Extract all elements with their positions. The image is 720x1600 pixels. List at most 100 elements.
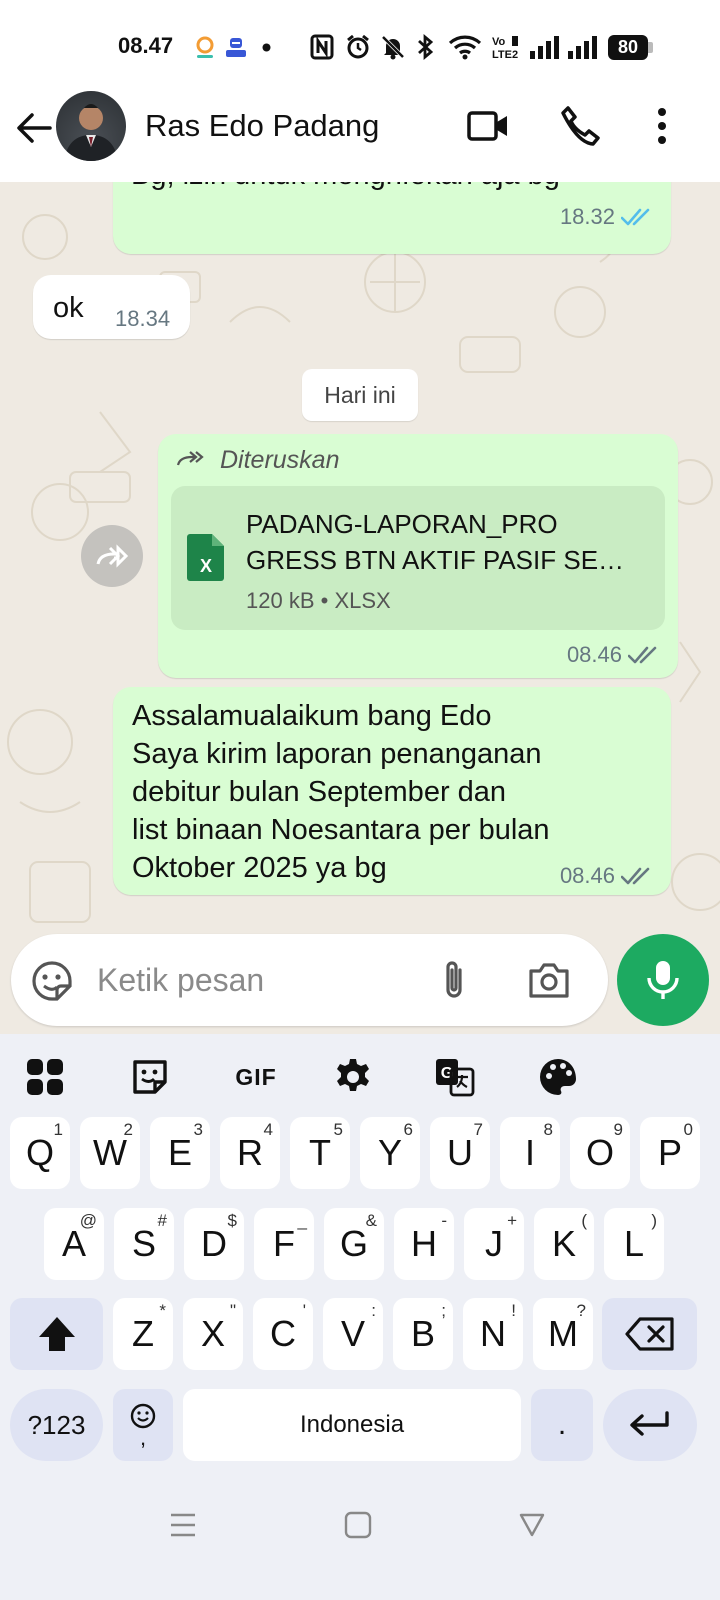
key-n[interactable]: N! [463,1298,523,1370]
key-c[interactable]: C ' [253,1298,313,1370]
key-label: M [548,1313,578,1354]
symbols-key-label: ?123 [27,1409,86,1440]
home-square-icon[interactable] [344,1511,372,1539]
sticker-button[interactable] [127,1054,173,1100]
key-hint: 8 [543,1120,553,1139]
outgoing-message-bubble[interactable]: Bg, izin untuk menghfokan aja bg 18.32 [113,182,671,254]
document-name-line: PADANG-LAPORAN_PRO [246,509,558,539]
key-k[interactable]: K( [534,1208,594,1280]
translate-icon: G [436,1059,475,1097]
status-bar: 08.47 Vo LTE2 80 [0,0,720,84]
key-hint: " [229,1301,236,1320]
message-input[interactable] [97,956,437,1004]
video-call-icon[interactable] [466,104,510,148]
status-time: 08.47 [118,33,174,58]
enter-arrow-icon [630,1411,669,1436]
key-x[interactable]: X " [183,1298,243,1370]
voice-record-button[interactable] [617,934,709,1026]
sticker-emoji-icon[interactable] [31,960,73,1002]
gif-button[interactable]: GIF [228,1054,284,1100]
document-attachment[interactable]: X PADANG-LAPORAN_PRO GRESS BTN AKTIF PAS… [171,486,665,630]
chat-area[interactable]: Bg, izin untuk menghfokan aja bg 18.32 o… [0,182,720,1034]
key-g[interactable]: G & [324,1208,384,1280]
key-label: W [93,1132,127,1173]
contact-name[interactable]: Ras Edo Padang [145,108,379,144]
key-hint: - [441,1211,447,1230]
app-notification-icon [196,36,214,58]
key-t[interactable]: T5 [290,1117,350,1189]
svg-text:LTE2: LTE2 [492,49,518,60]
more-options-icon[interactable] [652,104,672,148]
key-i[interactable]: I8 [500,1117,560,1189]
forwarded-arrow-icon [176,451,204,466]
key-label: K [551,1223,576,1264]
key-label: T [309,1132,331,1173]
whatsapp-chat-screen: 08.47 Vo LTE2 80 Ras Edo Padang 18.32 ok… [0,0,720,1600]
key-u[interactable]: U7 [430,1117,490,1189]
key-label: E [167,1132,192,1173]
key-w[interactable]: W2 [80,1117,140,1189]
theme-button[interactable] [535,1054,581,1100]
key-z[interactable]: Z * [113,1298,173,1370]
key-o[interactable]: O9 [570,1117,630,1189]
space-bar-label: Indonesia [299,1411,405,1438]
message-line: Oktober 2025 ya bg [132,852,387,884]
back-arrow-icon[interactable] [14,108,54,148]
key-r[interactable]: R4 [220,1117,280,1189]
keyboard-settings-button[interactable] [330,1054,376,1100]
contact-avatar[interactable] [56,91,126,161]
key-e[interactable]: E3 [150,1117,210,1189]
key-q[interactable]: Q1 [10,1117,70,1189]
key-a[interactable]: A @ [44,1208,104,1280]
key-label: U [447,1132,473,1173]
apps-grid-button[interactable] [22,1054,68,1100]
date-separator: Hari ini [302,369,418,421]
voice-call-icon[interactable] [558,104,602,148]
key-p[interactable]: P0 [640,1117,700,1189]
back-triangle-icon[interactable] [518,1512,546,1538]
key-m[interactable]: M? [533,1298,593,1370]
svg-text:Vo: Vo [492,36,506,48]
key-label: Y [377,1132,402,1173]
camera-icon[interactable] [527,960,571,1000]
key-label: Z [132,1313,154,1354]
battery-level: 80 [617,37,639,57]
signal-icon [530,36,559,59]
translate-button[interactable]: G [432,1054,478,1100]
message-time: 18.34 [115,306,171,331]
key-hint: : [371,1301,376,1320]
key-hint: ) [651,1211,657,1230]
message-meta: 18.32 [560,204,655,230]
incoming-message-bubble[interactable]: ok 18.34 [33,275,190,339]
recents-menu-icon[interactable] [169,1512,197,1538]
key-d[interactable]: D $ [184,1208,244,1280]
forward-shortcut-button[interactable] [81,525,143,587]
key-s[interactable]: S # [114,1208,174,1280]
key-l[interactable]: L) [604,1208,664,1280]
symbols-key[interactable]: ?123 [10,1389,103,1461]
message-input-container[interactable] [11,934,608,1026]
key-b[interactable]: B; [393,1298,453,1370]
key-y[interactable]: Y6 [360,1117,420,1189]
key-hint: & [365,1211,377,1230]
enter-key[interactable] [603,1389,697,1461]
period-key[interactable]: . [531,1389,593,1461]
key-label: L [623,1223,645,1264]
key-j[interactable]: J + [464,1208,524,1280]
key-f[interactable]: F _ [254,1208,314,1280]
message-line: list binaan Noesantara per bulan [132,814,550,846]
shift-key[interactable] [10,1298,103,1370]
space-bar[interactable]: Indonesia [183,1389,521,1461]
outgoing-message-bubble[interactable]: Assalamualaikum bang Edo Saya kirim lapo… [113,687,671,895]
attach-paperclip-icon[interactable] [438,958,470,1002]
key-v[interactable]: V: [323,1298,383,1370]
key-label: V [340,1313,365,1354]
forwarded-file-bubble[interactable]: Diteruskan X PADANG-LAPORAN_PRO GRESS BT… [158,434,678,678]
key-hint: 0 [683,1120,693,1139]
key-label: C [270,1313,296,1354]
key-hint: # [157,1211,167,1230]
backspace-key[interactable] [602,1298,697,1370]
key-label: D [201,1223,227,1264]
key-h[interactable]: H- [394,1208,454,1280]
emoji-key[interactable]: , [113,1389,173,1461]
